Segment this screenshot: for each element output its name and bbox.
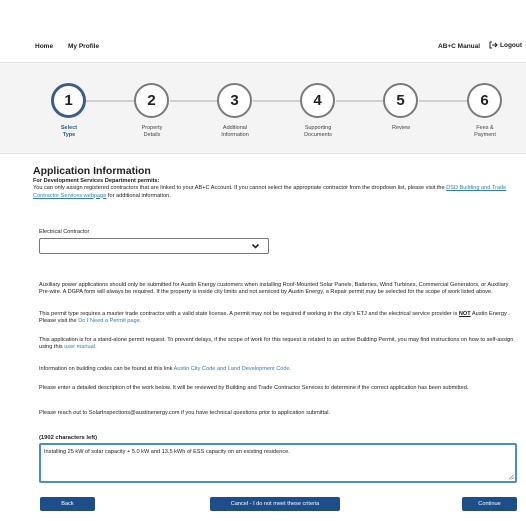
intro-text: You can only assign registered contracto…: [33, 185, 523, 200]
continue-button[interactable]: Continue: [462, 497, 517, 511]
step-4-label: Supporting Documents: [304, 125, 332, 138]
back-button[interactable]: Back: [40, 497, 95, 511]
electrical-contractor-label: Electrical Contractor: [39, 229, 90, 235]
resize-handle-icon[interactable]: [508, 474, 514, 480]
work-description-textarea[interactable]: Installing 25 kW of solar capacity + 5.0…: [39, 443, 517, 483]
top-bar: Home My Profile AB+C Manual Logout: [0, 0, 526, 62]
description-instructions: Please enter a detailed description of t…: [39, 385, 469, 391]
intro-text-2: for additional information.: [106, 192, 171, 199]
step-6-label: Fees & Payment: [474, 125, 496, 138]
building-codes-text: Information on building codes can be fou…: [39, 366, 174, 372]
section-subtitle: For Development Services Department perm…: [33, 178, 160, 184]
intro-text-1: You can only assign registered contracto…: [33, 185, 447, 192]
master-contractor-note: This permit type requires a master trade…: [39, 311, 517, 325]
step-6-circle[interactable]: 6: [467, 83, 502, 118]
nav-home-link[interactable]: Home: [35, 43, 53, 50]
logout-link[interactable]: Logout: [489, 41, 522, 49]
step-connector: [170, 100, 217, 102]
step-connector: [253, 100, 300, 102]
step-connector: [419, 100, 467, 102]
step-2-circle[interactable]: 2: [134, 83, 169, 118]
auxiliary-power-note: Auxiliary power applications should only…: [39, 282, 509, 296]
master-contractor-text-1: This permit type requires a master trade…: [39, 311, 459, 317]
city-code-link[interactable]: Austin City Code and Land Development Co…: [174, 366, 292, 372]
step-connector: [336, 100, 383, 102]
nav-manual-link[interactable]: AB+C Manual: [438, 43, 480, 50]
user-manual-link[interactable]: user manual.: [64, 344, 96, 350]
step-3-circle[interactable]: 3: [217, 83, 252, 118]
stand-alone-text: This application is for a stand-alone pe…: [39, 337, 514, 351]
building-codes-note: Information on building codes can be fou…: [39, 366, 517, 373]
electrical-contractor-select[interactable]: [39, 238, 269, 254]
characters-left-counter: (1902 characters left): [39, 435, 98, 441]
not-emphasis: NOT: [458, 311, 471, 317]
solar-inspections-contact: Please reach out to SolarInspections@aus…: [39, 410, 331, 416]
step-2-label: Property Details: [141, 125, 163, 138]
step-5-label: Review: [391, 125, 411, 131]
step-1-label: Select Type: [60, 125, 78, 138]
cancel-button[interactable]: Cancel - I do not meet these criteria: [210, 497, 340, 511]
logout-icon: [489, 41, 498, 49]
chevron-down-icon: [251, 243, 260, 249]
stand-alone-note: This application is for a stand-alone pe…: [39, 337, 517, 351]
step-connector: [86, 100, 134, 102]
logout-label: Logout: [500, 41, 523, 49]
step-5-circle[interactable]: 5: [383, 83, 418, 118]
step-1-circle[interactable]: 1: [51, 83, 86, 118]
step-3-label: Additional Information: [221, 125, 249, 138]
application-info-section: Application Information For Development …: [33, 165, 523, 200]
step-4-circle[interactable]: 4: [300, 83, 335, 118]
page-title: Application Information: [33, 165, 151, 177]
do-i-need-permit-link[interactable]: Do I Need a Permit page.: [78, 318, 141, 324]
nav-profile-link[interactable]: My Profile: [68, 43, 99, 50]
work-description-text: Installing 25 kW of solar capacity + 5.0…: [44, 449, 290, 455]
